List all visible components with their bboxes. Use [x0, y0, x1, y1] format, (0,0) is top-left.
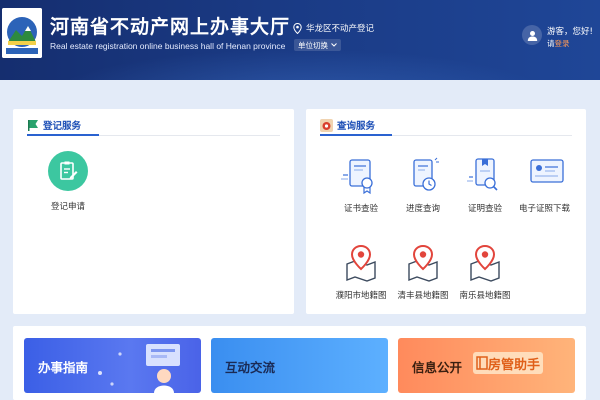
location-selector[interactable]: 华龙区不动产登记: [293, 22, 374, 34]
puyang-cadastral-map-button[interactable]: 濮阳市地籍图: [331, 242, 391, 301]
site-header: 河南省不动产网上办事大厅 Real estate registration on…: [0, 0, 600, 80]
guide-banner[interactable]: 办事指南: [24, 338, 201, 393]
interaction-banner-label: 互动交流: [225, 360, 276, 375]
e-license-download-label: 电子证照下载: [519, 204, 571, 214]
panel-divider: [27, 134, 280, 136]
proof-verify-button[interactable]: 证明查验: [455, 155, 515, 214]
qingfeng-cadastral-map-label: 清丰县地籍图: [397, 291, 449, 301]
registration-panel-header: 登记服务: [27, 118, 81, 132]
document-edit-icon: [48, 151, 88, 191]
registration-apply-label: 登记申请: [50, 202, 85, 212]
progress-query-button[interactable]: 进度查询: [393, 155, 453, 214]
user-avatar-icon[interactable]: [522, 25, 542, 45]
map-pin-icon: [337, 242, 385, 286]
e-license-icon: [525, 155, 573, 199]
nanle-cadastral-map-label: 南乐县地籍图: [459, 291, 511, 301]
location-label: 华龙区不动产登记: [306, 24, 375, 34]
unit-switch-button[interactable]: 单位切换: [294, 39, 341, 51]
flag-icon: [28, 120, 38, 131]
login-prompt: 请登录: [547, 38, 570, 49]
progress-clock-icon: [399, 155, 447, 199]
site-subtitle: Real estate registration online business…: [50, 41, 286, 51]
chevron-down-icon: [331, 43, 337, 47]
henan-emblem-logo[interactable]: [2, 8, 42, 58]
registration-apply-button[interactable]: 登记申请: [38, 151, 98, 212]
certificate-icon: [337, 155, 385, 199]
site-title: 河南省不动产网上办事大厅: [50, 16, 291, 38]
visitor-greeting: 游客，您好!: [547, 27, 593, 37]
query-panel-title: 查询服务: [337, 121, 376, 132]
certificate-verify-button[interactable]: 证书查验: [331, 155, 391, 214]
certificate-verify-label: 证书查验: [343, 204, 378, 214]
nanle-cadastral-map-button[interactable]: 南乐县地籍图: [455, 242, 515, 301]
guide-banner-label: 办事指南: [38, 360, 89, 375]
login-link[interactable]: 登录: [555, 39, 570, 48]
assistant-door-icon: [476, 356, 488, 370]
registration-panel-title: 登记服务: [43, 121, 82, 132]
progress-query-label: 进度查询: [405, 204, 440, 214]
interaction-banner[interactable]: 互动交流: [211, 338, 388, 393]
location-pin-icon: [293, 22, 302, 34]
housing-assistant-label: 房管助手: [488, 357, 541, 373]
puyang-cadastral-map-label: 濮阳市地籍图: [335, 291, 387, 301]
unit-switch-label: 单位切换: [298, 40, 328, 50]
query-badge-icon: [320, 118, 333, 132]
info-disclosure-label: 信息公开: [412, 360, 463, 375]
proof-search-icon: [461, 155, 509, 199]
e-license-download-button[interactable]: 电子证照下载: [519, 155, 589, 214]
qingfeng-cadastral-map-button[interactable]: 清丰县地籍图: [393, 242, 453, 301]
housing-assistant-button[interactable]: 房管助手: [473, 352, 544, 374]
map-pin-icon: [399, 242, 447, 286]
login-prefix: 请: [547, 39, 555, 48]
panel-divider: [320, 134, 572, 136]
proof-verify-label: 证明查验: [467, 204, 502, 214]
map-pin-icon: [461, 242, 509, 286]
info-disclosure-banner[interactable]: 信息公开 房管助手: [398, 338, 575, 393]
query-panel-header: 查询服务: [320, 118, 375, 132]
